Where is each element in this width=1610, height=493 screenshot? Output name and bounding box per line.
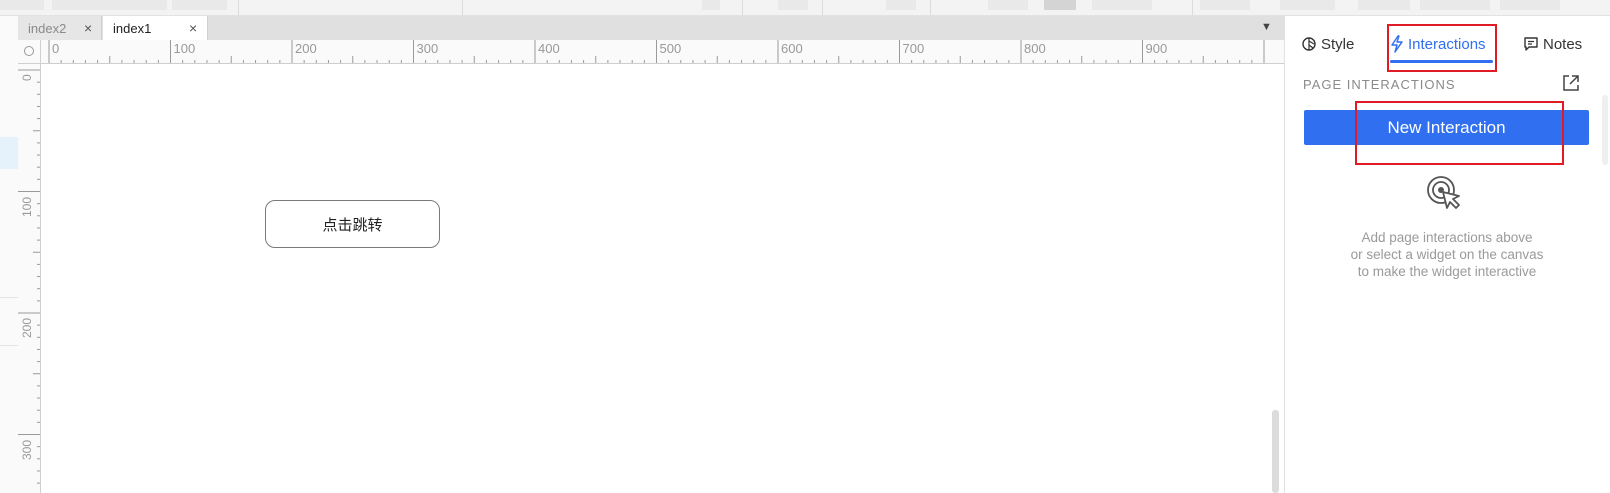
toolbar-divider [462, 0, 463, 15]
toolbar-divider [742, 0, 743, 15]
notes-icon [1524, 37, 1538, 51]
horizontal-ruler: 0 100 200 300 400 500 600 700 800 900 [41, 40, 1284, 64]
toolbar-item[interactable] [1420, 0, 1490, 10]
ruler-label: 400 [538, 41, 560, 56]
toolbar-divider [238, 0, 239, 15]
tab-notes[interactable]: Notes [1523, 32, 1582, 56]
toolbar-divider [930, 0, 931, 15]
panel-scrollbar[interactable] [1602, 95, 1608, 165]
help-line: to make the widget interactive [1357, 264, 1537, 279]
top-toolbar [0, 0, 1610, 16]
ruler-label: 300 [416, 41, 439, 56]
ruler-label: 100 [173, 41, 196, 56]
target-cursor-icon [1425, 174, 1465, 219]
tab-style[interactable]: Style [1301, 32, 1354, 56]
tab-index1[interactable]: index1 × [103, 16, 208, 40]
design-canvas[interactable] [41, 64, 1284, 493]
close-icon[interactable]: × [189, 20, 197, 36]
ruler-label: 600 [781, 41, 803, 56]
tab-menu-dropdown-icon[interactable]: ▼ [1261, 21, 1272, 33]
close-icon[interactable]: × [84, 20, 92, 36]
toolbar-item[interactable] [886, 0, 916, 10]
toolbar-divider [1192, 0, 1193, 15]
toolbar-item[interactable] [1358, 0, 1410, 10]
toolbar-item[interactable] [1044, 0, 1076, 10]
ruler-label: 0 [20, 74, 34, 81]
page-tab-strip: index2 × index1 × ▼ [18, 16, 1284, 40]
inspector-panel: Style Interactions Notes PAGE INTERACTIO… [1284, 16, 1610, 493]
open-external-icon[interactable] [1562, 74, 1580, 97]
tab-label: index1 [113, 20, 152, 36]
toolbar-item[interactable] [1200, 0, 1250, 10]
toolbar-item[interactable] [52, 0, 167, 10]
ruler-label: 900 [1145, 41, 1168, 56]
toolbar-item[interactable] [1092, 0, 1152, 10]
gutter-divider [0, 297, 18, 298]
tab-label: index2 [28, 20, 67, 36]
tab-label: Notes [1543, 35, 1583, 53]
vertical-ruler: 0 100 200 300 [18, 64, 41, 493]
empty-state-help: Add page interactions above or select a … [1305, 229, 1589, 280]
help-line: Add page interactions above [1361, 230, 1533, 245]
toolbar-item[interactable] [702, 0, 720, 10]
ruler-label: 300 [20, 439, 34, 460]
left-panel-selected-item[interactable] [0, 137, 18, 169]
highlight-box [1355, 101, 1564, 165]
style-icon [1302, 37, 1316, 51]
ruler-label: 500 [659, 41, 682, 56]
toolbar-item[interactable] [0, 0, 44, 10]
ruler-origin-toggle[interactable] [18, 40, 41, 64]
toolbar-divider [822, 0, 823, 15]
ruler-label: 700 [902, 41, 925, 56]
ruler-label: 200 [295, 41, 317, 56]
canvas-vertical-scrollbar[interactable] [1272, 410, 1279, 493]
toolbar-item[interactable] [1280, 0, 1335, 10]
toolbar-item[interactable] [778, 0, 808, 10]
help-line: or select a widget on the canvas [1350, 247, 1544, 262]
gutter-divider [0, 345, 18, 346]
vertical-ruler-ticks [18, 69, 40, 484]
tab-label: Style [1321, 35, 1355, 53]
ruler-label: 200 [20, 317, 34, 338]
ruler-label: 800 [1024, 41, 1046, 56]
highlight-box [1387, 24, 1497, 72]
toolbar-item[interactable] [172, 0, 227, 10]
ruler-label: 0 [52, 41, 60, 56]
ruler-label: 100 [20, 196, 34, 217]
crosshair-icon [24, 46, 34, 56]
toolbar-item[interactable] [988, 0, 1028, 10]
section-title: PAGE INTERACTIONS [1303, 77, 1456, 92]
left-panel-edge [0, 16, 19, 493]
toolbar-item[interactable] [1500, 0, 1560, 10]
canvas-button-widget[interactable]: 点击跳转 [265, 200, 440, 248]
tab-index2[interactable]: index2 × [18, 16, 102, 40]
